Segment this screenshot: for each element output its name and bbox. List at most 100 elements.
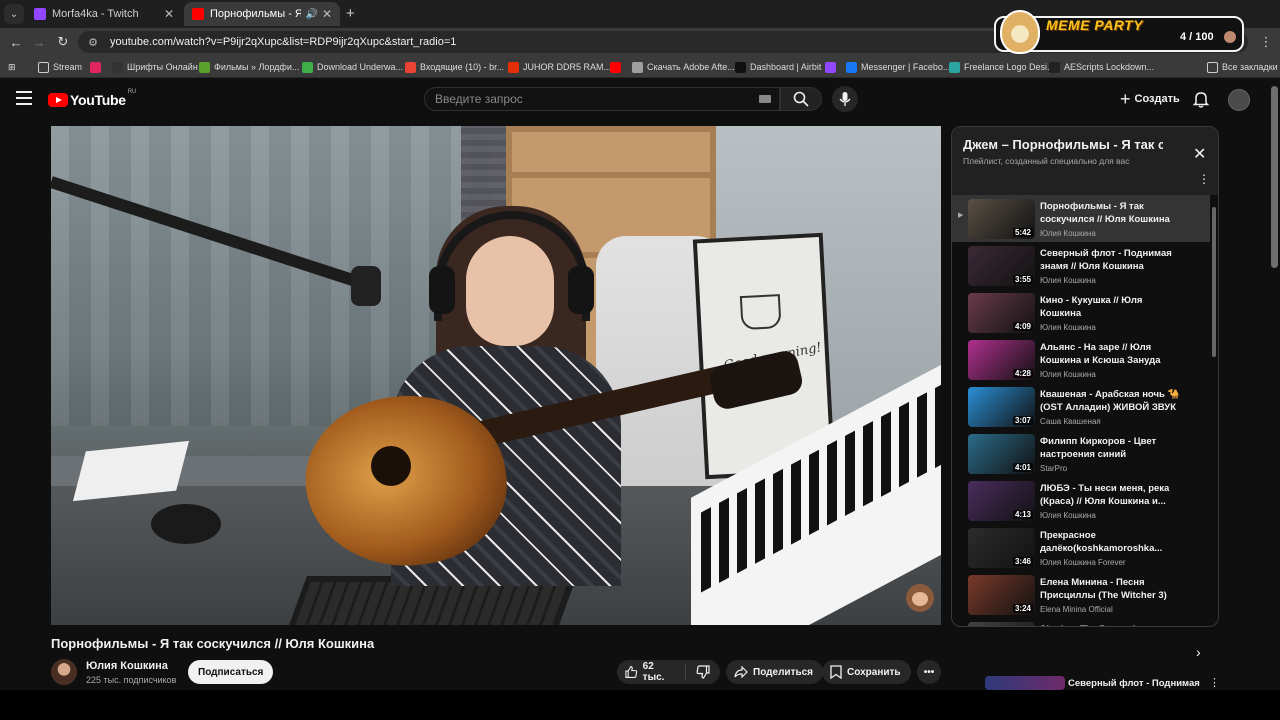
channel-watermark-icon[interactable]	[906, 584, 934, 612]
playlist-item[interactable]: 3:24 Елена Минина - Песня Присциллы (The …	[952, 571, 1210, 618]
playlist-menu-icon[interactable]: ⋮	[1198, 172, 1210, 186]
bookmark-item[interactable]: Download Underwa...	[302, 60, 403, 74]
bookmark-item[interactable]: Шрифты Онлайн	[112, 60, 198, 74]
related-menu-icon[interactable]: ⋮	[1209, 676, 1220, 689]
share-button[interactable]: Поделиться	[726, 660, 824, 684]
bookmark-item[interactable]: JUHOR DDR5 RAM...	[508, 60, 611, 74]
duration-badge: 4:28	[1012, 369, 1033, 378]
bookmark-item[interactable]	[610, 60, 625, 74]
more-actions-button[interactable]: •••	[917, 660, 941, 684]
playlist-item-author: Юлия Кошкина	[1040, 276, 1096, 285]
playlist-thumbnail[interactable]: 4:01	[968, 434, 1035, 474]
playlist-item[interactable]: 4:09 Кино - Кукушка // Юля Кошкина Юлия Ко…	[952, 289, 1210, 336]
bookmark-label: Messenger | Facebo...	[861, 62, 951, 72]
playlist-item-title[interactable]: Прекрасное далёко(koshkamoroshka...	[1040, 529, 1180, 555]
playlist-item[interactable]: 3:46 Прекрасное далёко(koshkamoroshka... Ю…	[952, 524, 1210, 571]
playlist-thumbnail[interactable]: 5:42	[968, 199, 1035, 239]
bookmark-item[interactable]: Messenger | Facebo...	[846, 60, 950, 74]
bookmark-item[interactable]	[90, 60, 105, 74]
youtube-logo[interactable]: YouTube RU	[48, 89, 136, 108]
tab-youtube[interactable]: Порнофильмы - Я так соскучился 🔊 ✕	[184, 2, 340, 26]
video-title: Порнофильмы - Я так соскучился // Юля Ко…	[51, 636, 375, 651]
playlist-thumbnail[interactable]: 3:55	[968, 246, 1035, 286]
playlist-item-title[interactable]: Альянс - На заре // Юля Кошкина и Ксюша …	[1040, 341, 1180, 367]
playlist-item-title[interactable]: Северный флот - Поднимая знамя // Юля Ко…	[1040, 247, 1180, 273]
close-playlist-icon[interactable]: ✕	[1193, 144, 1206, 164]
subscriber-count: 225 тыс. подписчиков	[86, 675, 177, 685]
keyboard-icon[interactable]	[759, 95, 771, 103]
font-icon	[112, 61, 123, 73]
playlist-item[interactable]: 3:55 Северный флот - Поднимая знамя // Юл…	[952, 242, 1210, 289]
bookmark-item[interactable]: Stream	[38, 60, 82, 74]
close-tab-icon[interactable]: ✕	[164, 7, 174, 21]
bookmark-item[interactable]: Скачать Adobe Afte...	[632, 60, 735, 74]
related-title[interactable]: Северный флот - Поднимая	[1068, 678, 1200, 689]
bookmark-item[interactable]	[825, 60, 840, 74]
new-tab-button[interactable]: +	[346, 5, 355, 22]
close-tab-icon[interactable]: ✕	[322, 7, 332, 21]
apps-grid-icon[interactable]: ⊞	[8, 60, 16, 74]
create-button[interactable]: + Создать	[1110, 87, 1190, 111]
speaker-icon[interactable]: 🔊	[305, 9, 317, 20]
playlist-item[interactable]: 3:07 Квашеная - Арабская ночь 🐪 (OST Алла…	[952, 383, 1210, 430]
bookmark-item[interactable]: AEScripts Lockdown...	[1049, 60, 1154, 74]
playlist-item-title[interactable]: Квашеная - Арабская ночь 🐪 (OST Алладин)…	[1040, 388, 1180, 414]
playlist-item-title[interactable]: Порнофильмы - Я так соскучился // Юля Ко…	[1040, 200, 1180, 226]
playlist-item[interactable]: 4:28 Альянс - На заре // Юля Кошкина и Кс…	[952, 336, 1210, 383]
playlist-item[interactable]: 4:13 ЛЮБЭ - Ты неси меня, река (Краса) //…	[952, 477, 1210, 524]
channel-name[interactable]: Юлия Кошкина	[86, 660, 168, 672]
related-thumbnail[interactable]	[985, 676, 1065, 690]
video-player[interactable]: Good morning!	[51, 126, 941, 625]
playlist-thumbnail[interactable]: 4:13	[968, 481, 1035, 521]
playlist-thumbnail[interactable]: 3:46	[968, 528, 1035, 568]
playlist-title[interactable]: Джем – Порнофильмы - Я так соскучился	[963, 137, 1163, 152]
channel-avatar[interactable]	[51, 659, 77, 685]
playlist-item-title[interactable]: Кино - Кукушка // Юля Кошкина	[1040, 294, 1180, 320]
dislike-button[interactable]	[686, 665, 720, 679]
playlist-item-author: Elena Minina Official	[1040, 605, 1113, 614]
save-button[interactable]: Сохранить	[822, 660, 911, 684]
playlist-scrollbar[interactable]	[1212, 207, 1216, 357]
freelance-icon	[949, 61, 960, 73]
playlist-item-title[interactable]: Елена Минина - Песня Присциллы (The Witc…	[1040, 576, 1180, 602]
playlist-thumbnail[interactable]: 3:24	[968, 575, 1035, 615]
tab-twitch[interactable]: Morfa4ka - Twitch ✕	[26, 2, 182, 26]
bookmark-item[interactable]: Все закладки	[1207, 60, 1278, 74]
chevron-right-icon[interactable]: ›	[1196, 644, 1201, 660]
browser-menu-icon[interactable]: ⋮	[1258, 34, 1274, 50]
playlist-item-author: StarPro	[1040, 464, 1068, 473]
playlist-thumbnail[interactable]: 4:09	[968, 293, 1035, 333]
reload-icon[interactable]: ↻	[55, 34, 71, 50]
doge-icon	[1000, 10, 1040, 54]
forward-icon[interactable]: →	[31, 34, 47, 50]
like-button[interactable]: 62 тыс.	[617, 661, 686, 683]
playlist-item-title[interactable]: Skyrim - The Dragonborn	[1040, 623, 1180, 626]
playlist-thumbnail[interactable]	[968, 622, 1035, 626]
playlist-item[interactable]: Skyrim - The Dragonborn	[952, 618, 1210, 626]
search-input[interactable]	[435, 92, 755, 106]
playlist-item[interactable]: ▶ 5:42 Порнофильмы - Я так соскучился // Ю…	[952, 195, 1210, 242]
notifications-bell-icon[interactable]	[1192, 90, 1210, 108]
page-scrollbar[interactable]	[1271, 86, 1278, 268]
tab-search-button[interactable]: ⌄	[4, 4, 24, 24]
duration-badge: 3:07	[1012, 416, 1033, 425]
playlist-thumbnail[interactable]: 4:28	[968, 340, 1035, 380]
bookmark-item[interactable]: Фильмы » Лордфи...	[199, 60, 299, 74]
search-button[interactable]	[780, 87, 822, 111]
bookmark-item[interactable]: Входящие (10) - br...	[405, 60, 504, 74]
back-icon[interactable]: ←	[8, 34, 24, 50]
like-count: 62 тыс.	[642, 661, 665, 683]
gmail-icon	[405, 61, 416, 73]
playlist-item-title[interactable]: Филипп Киркоров - Цвет настроения синий	[1040, 435, 1180, 461]
site-info-icon[interactable]: ⚙	[86, 35, 100, 49]
playlist-item[interactable]: 4:01 Филипп Киркоров - Цвет настроения си…	[952, 430, 1210, 477]
account-avatar[interactable]	[1228, 89, 1250, 111]
playlist-item-title[interactable]: ЛЮБЭ - Ты неси меня, река (Краса) // Юля…	[1040, 482, 1180, 508]
search-box	[424, 87, 780, 111]
bookmark-item[interactable]: Freelance Logo Desi...	[949, 60, 1055, 74]
bookmark-item[interactable]: Dashboard | Airbit	[735, 60, 821, 74]
subscribe-button[interactable]: Подписаться	[188, 660, 274, 684]
menu-icon[interactable]	[16, 91, 32, 105]
voice-search-button[interactable]	[832, 86, 858, 112]
playlist-thumbnail[interactable]: 3:07	[968, 387, 1035, 427]
